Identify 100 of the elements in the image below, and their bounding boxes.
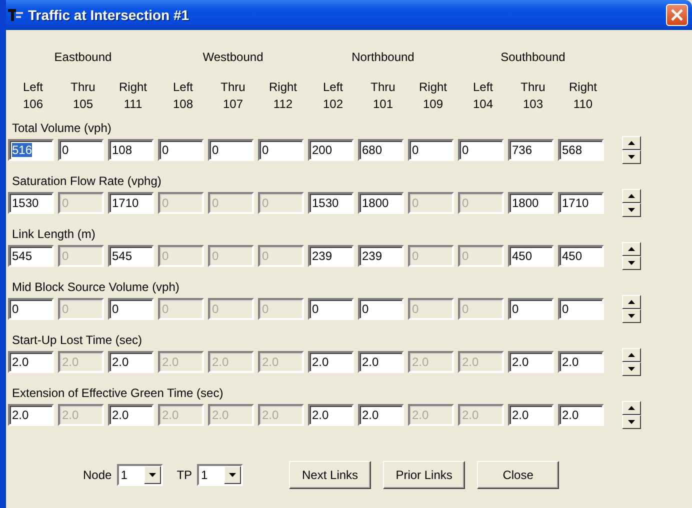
input-field: 2.0 [158, 351, 204, 373]
input-field[interactable]: 450 [508, 245, 554, 267]
movement-label: Left [322, 80, 344, 94]
input-field[interactable]: 0 [208, 139, 254, 161]
spin-up-button[interactable] [622, 348, 641, 362]
input-field[interactable]: 2.0 [8, 404, 54, 426]
spin-up-button[interactable] [622, 295, 641, 309]
spin-down-button[interactable] [622, 256, 641, 270]
movement-label: Right [118, 80, 148, 94]
dropdown-button[interactable] [224, 466, 242, 484]
input-field: 2.0 [58, 351, 104, 373]
link-number: 101 [372, 97, 394, 111]
input-field: 0 [458, 192, 504, 214]
parameter-label: Mid Block Source Volume (vph) [11, 280, 180, 295]
input-field[interactable]: 0 [458, 139, 504, 161]
action-button[interactable]: Prior Links [383, 461, 466, 489]
caret-icon [628, 261, 635, 265]
caret-icon [148, 473, 156, 477]
link-number: 110 [572, 97, 594, 111]
spin-down-button[interactable] [622, 309, 641, 323]
input-field[interactable]: 450 [558, 245, 604, 267]
link-number: 104 [472, 97, 494, 111]
up-arrow-icon [628, 247, 635, 251]
input-field[interactable]: 680 [358, 139, 404, 161]
input-field[interactable]: 2.0 [508, 351, 554, 373]
input-field[interactable]: 2.0 [558, 351, 604, 373]
action-button[interactable]: Next Links [289, 461, 372, 489]
input-field[interactable]: 0 [58, 139, 104, 161]
input-field[interactable]: 200 [308, 139, 354, 161]
input-field[interactable]: 2.0 [108, 404, 154, 426]
input-field: 2.0 [258, 404, 304, 426]
link-number: 107 [222, 97, 244, 111]
input-field[interactable]: 108 [108, 139, 154, 161]
spin-down-button[interactable] [622, 203, 641, 217]
input-field[interactable]: 1710 [108, 192, 154, 214]
input-field[interactable]: 1800 [358, 192, 404, 214]
input-field[interactable]: 1530 [8, 192, 54, 214]
input-field[interactable]: 0 [558, 298, 604, 320]
input-field: 0 [258, 192, 304, 214]
parameter-label: Total Volume (vph) [11, 121, 112, 136]
dropdown[interactable]: 1 [197, 464, 244, 486]
input-field[interactable]: 0 [108, 298, 154, 320]
movement-label: Left [22, 80, 44, 94]
input-field[interactable]: 1800 [508, 192, 554, 214]
input-field[interactable]: 2.0 [358, 351, 404, 373]
direction-label: Westbound [202, 50, 264, 64]
input-field[interactable]: 545 [8, 245, 54, 267]
input-field[interactable]: 0 [8, 298, 54, 320]
input-field: 2.0 [408, 351, 454, 373]
close-button[interactable] [666, 4, 688, 26]
input-field[interactable]: 736 [508, 139, 554, 161]
input-field[interactable]: 0 [408, 139, 454, 161]
input-field: 2.0 [58, 404, 104, 426]
up-arrow-icon [628, 300, 635, 304]
link-number: 108 [172, 97, 194, 111]
input-field[interactable]: 2.0 [508, 404, 554, 426]
input-field[interactable]: 2.0 [358, 404, 404, 426]
input-field[interactable]: 545 [108, 245, 154, 267]
input-field[interactable]: 2.0 [8, 351, 54, 373]
spin-up-button[interactable] [622, 401, 641, 415]
action-button[interactable]: Close [477, 461, 560, 489]
caret-icon [628, 314, 635, 318]
caret-icon [628, 367, 635, 371]
input-field[interactable]: 2.0 [558, 404, 604, 426]
input-field: 0 [258, 298, 304, 320]
app-icon [8, 8, 24, 22]
spin-up-button[interactable] [622, 189, 641, 203]
input-field[interactable]: 1530 [308, 192, 354, 214]
input-field: 2.0 [258, 351, 304, 373]
up-arrow-icon [628, 141, 635, 145]
input-field[interactable]: 239 [308, 245, 354, 267]
spin-down-button[interactable] [622, 362, 641, 376]
input-field: 0 [208, 192, 254, 214]
spin-down-button[interactable] [622, 150, 641, 164]
input-field: 2.0 [458, 351, 504, 373]
input-field[interactable]: 0 [308, 298, 354, 320]
caret-icon [628, 208, 635, 212]
spin-down-button[interactable] [622, 415, 641, 429]
spin-up-button[interactable] [622, 242, 641, 256]
dropdown-button[interactable] [144, 466, 161, 484]
movement-label: Left [172, 80, 194, 94]
input-field[interactable]: 1710 [558, 192, 604, 214]
input-field[interactable]: 0 [508, 298, 554, 320]
direction-label: Eastbound [53, 50, 113, 64]
input-field[interactable]: 0 [158, 139, 204, 161]
input-field[interactable]: 0 [358, 298, 404, 320]
up-arrow-icon [628, 353, 635, 357]
input-field[interactable]: 2.0 [108, 351, 154, 373]
input-field[interactable]: 2.0 [308, 404, 354, 426]
parameter-label: Link Length (m) [11, 227, 96, 242]
input-field[interactable]: 516 [8, 139, 54, 161]
spin-up-button[interactable] [622, 136, 641, 150]
input-field[interactable]: 0 [258, 139, 304, 161]
input-field: 2.0 [208, 404, 254, 426]
input-field[interactable]: 239 [358, 245, 404, 267]
input-field[interactable]: 2.0 [308, 351, 354, 373]
input-field: 0 [458, 245, 504, 267]
link-number: 109 [422, 97, 444, 111]
dropdown[interactable]: 1 [116, 464, 163, 486]
input-field[interactable]: 568 [558, 139, 604, 161]
